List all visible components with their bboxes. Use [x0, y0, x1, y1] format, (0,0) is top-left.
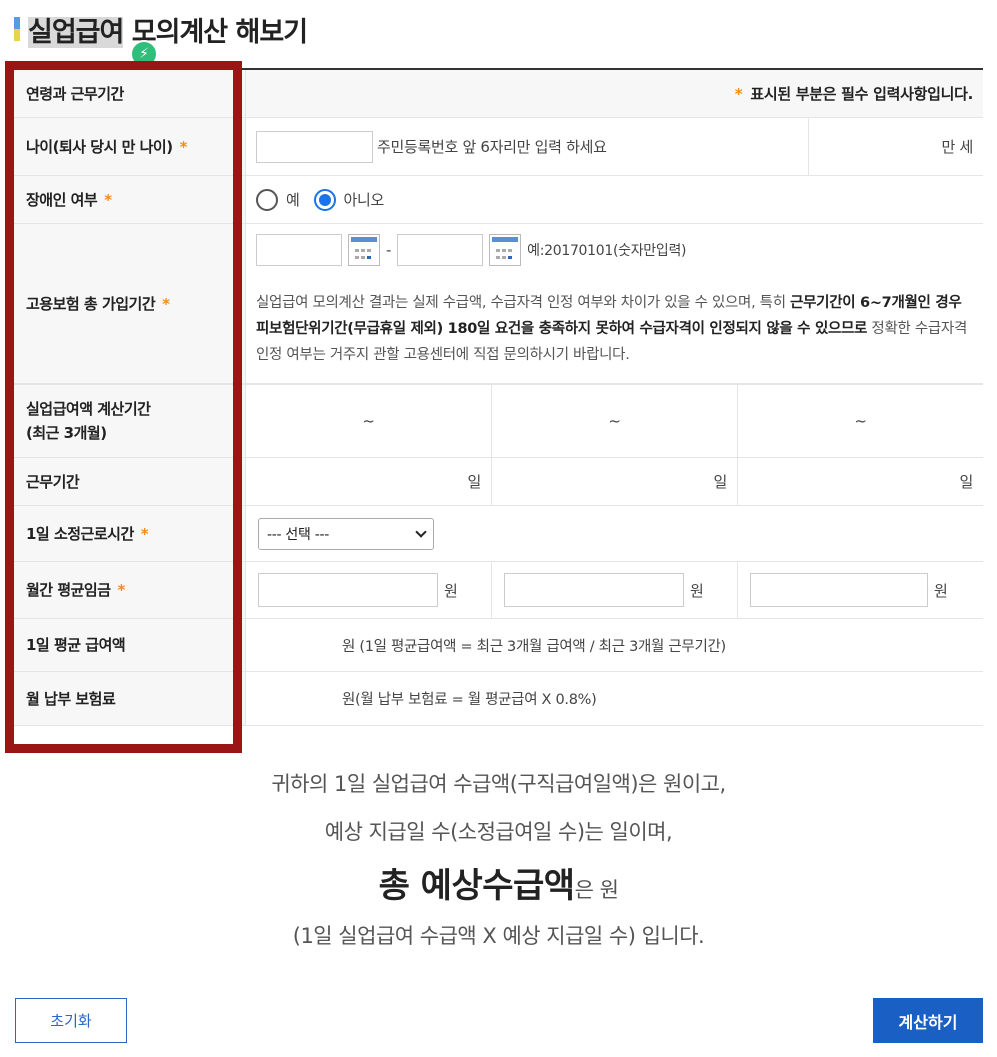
age-unit: 만 세	[941, 138, 974, 156]
label-disabled: 장애인 여부	[26, 190, 98, 209]
result-line-1: 귀하의 1일 실업급여 수급액(구직급여일액)은 원이고,	[271, 772, 726, 796]
required-star: *	[140, 524, 149, 543]
form-header-row: 연령과 근무기간 * 표시된 부분은 필수 입력사항입니다.	[14, 70, 983, 118]
wage-input-1[interactable]	[258, 573, 438, 607]
work-days-unit-1: 일	[467, 473, 481, 491]
age-hint: 주민등록번호 앞 6자리만 입력 하세요	[377, 138, 607, 156]
age-input[interactable]	[256, 130, 373, 163]
row-age: 나이(퇴사 당시 만 나이) * 주민등록번호 앞 6자리만 입력 하세요 만 세	[14, 118, 983, 176]
title-accent-bar	[14, 17, 20, 41]
premium-formula: 원(월 납부 보험료 = 월 평균급여 X 0.8%)	[342, 692, 597, 708]
wage-input-2[interactable]	[504, 573, 684, 607]
label-daily-benefit: 1일 평균 급여액	[14, 619, 246, 671]
calculate-button[interactable]: 계산하기	[873, 998, 983, 1043]
result-line-3: 총 예상수급액은 원	[378, 866, 619, 906]
result-line-4: (1일 실업급여 수급액 X 예상 지급일 수) 입니다.	[292, 924, 705, 948]
wage-unit-2: 원	[690, 581, 704, 600]
label-calc-period-sub: (최근 3개월)	[26, 424, 107, 442]
radio-yes[interactable]	[256, 188, 278, 211]
result-line-2: 예상 지급일 수(소정급여일 수)는 일이며,	[324, 820, 673, 844]
start-calendar-icon[interactable]	[348, 234, 380, 266]
row-work-period: 근무기간 일 일 일	[14, 458, 983, 506]
period-col-1: ~	[362, 412, 375, 430]
start-date-input[interactable]	[256, 234, 342, 266]
label-age: 나이(퇴사 당시 만 나이)	[26, 137, 173, 156]
radio-yes-label: 예	[286, 191, 300, 209]
calculator-form: 연령과 근무기간 * 표시된 부분은 필수 입력사항입니다. 나이(퇴사 당시 …	[14, 68, 983, 726]
page-title: 실업급여 모의계산 해보기	[14, 12, 308, 48]
label-insurance-period: 고용보험 총 가입기간	[26, 294, 156, 313]
radio-no-label: 아니오	[343, 191, 385, 209]
date-format-hint: 예:20170101(숫자만입력)	[527, 243, 687, 259]
wage-unit-1: 원	[444, 581, 458, 600]
label-monthly-wage: 월간 평균임금	[26, 581, 111, 599]
label-calc-period: 실업급여액 계산기간	[26, 400, 151, 418]
required-note: 표시된 부분은 필수 입력사항입니다.	[750, 85, 973, 103]
work-days-unit-2: 일	[713, 473, 727, 491]
daily-benefit-formula: 원 (1일 평균급여액 = 최근 3개월 급여액 / 최근 3개월 근무기간)	[342, 638, 726, 655]
extension-badge-icon[interactable]: ⚡	[130, 40, 158, 68]
date-separator: -	[386, 241, 392, 259]
chevron-down-icon	[415, 525, 427, 538]
reset-button[interactable]: 초기화	[15, 998, 127, 1043]
label-premium: 월 납부 보험료	[14, 672, 246, 725]
wage-input-3[interactable]	[750, 573, 928, 607]
label-daily-hours: 1일 소정근로시간	[26, 524, 134, 543]
wage-unit-3: 원	[934, 581, 948, 600]
row-daily-hours: 1일 소정근로시간 * --- 선택 ---	[14, 506, 983, 562]
label-work-period: 근무기간	[14, 458, 246, 505]
end-calendar-icon[interactable]	[489, 234, 522, 266]
total-expected-label: 총 예상수급액	[378, 866, 576, 906]
radio-no[interactable]	[313, 188, 336, 211]
daily-hours-select[interactable]: --- 선택 ---	[258, 517, 434, 550]
title-highlight: 실업급여	[28, 16, 124, 48]
required-star: *	[179, 137, 188, 156]
label-age-and-period: 연령과 근무기간	[14, 70, 246, 117]
insurance-notice: 실업급여 모의계산 결과는 실제 수급액, 수급자격 인정 여부와 차이가 있을…	[256, 295, 968, 363]
row-premium: 월 납부 보험료 원(월 납부 보험료 = 월 평균급여 X 0.8%)	[14, 672, 983, 726]
required-star: *	[734, 84, 743, 103]
required-star: *	[117, 581, 126, 599]
row-calc-period: 실업급여액 계산기간 (최근 3개월) ~ ~ ~	[14, 384, 983, 458]
required-star: *	[104, 190, 112, 209]
daily-hours-select-value: --- 선택 ---	[267, 526, 329, 543]
period-col-3: ~	[854, 412, 867, 430]
period-col-2: ~	[608, 412, 621, 430]
required-star: *	[162, 294, 170, 313]
row-monthly-wage: 월간 평균임금 * 원 원 원	[14, 562, 983, 619]
row-disabled: 장애인 여부 * 예 아니오	[14, 176, 983, 224]
end-date-input[interactable]	[397, 234, 484, 266]
row-insurance-period: 고용보험 총 가입기간 * - 예:20170101(숫자만입력) 실업급여 모의…	[14, 224, 983, 384]
row-daily-benefit: 1일 평균 급여액 원 (1일 평균급여액 = 최근 3개월 급여액 / 최근 …	[14, 619, 983, 672]
work-days-unit-3: 일	[959, 473, 973, 491]
